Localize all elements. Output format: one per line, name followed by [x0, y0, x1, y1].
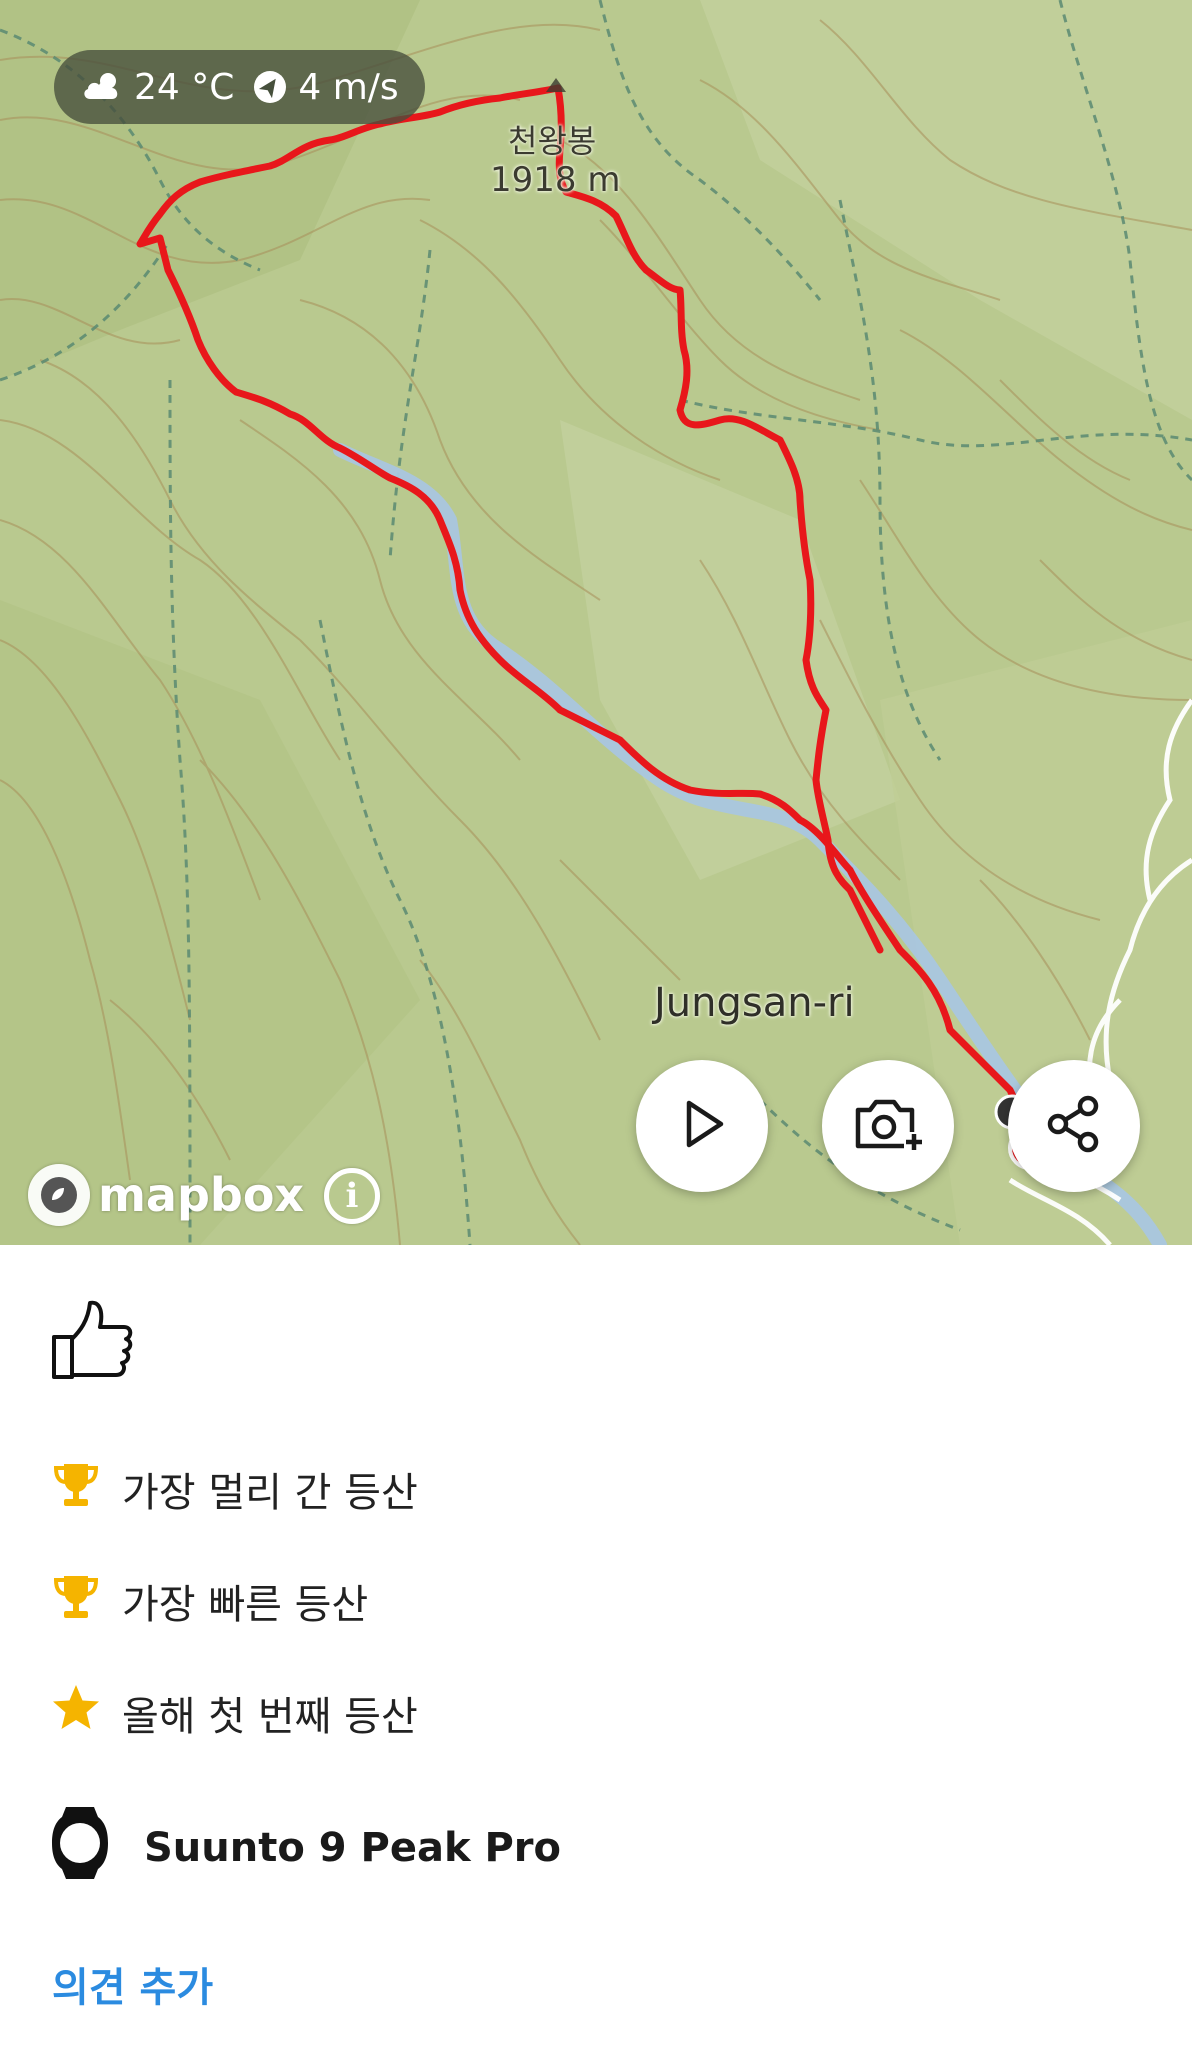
partly-cloudy-icon: [80, 69, 124, 105]
trophy-icon: [50, 1458, 102, 1520]
achievement-item: 올해 첫 번째 등산: [50, 1682, 418, 1744]
achievement-item: 가장 빠른 등산: [50, 1570, 368, 1632]
achievement-label: 가장 빠른 등산: [122, 1582, 369, 1628]
map-attribution-info-button[interactable]: i: [324, 1168, 380, 1224]
info-icon: i: [345, 1176, 359, 1216]
share-button[interactable]: [1008, 1060, 1140, 1192]
workout-details: 가장 멀리 간 등산 가장 빠른 등산 올해 첫 번째 등산 Suunto 9 …: [0, 1245, 1192, 2062]
village-label: Jungsan-ri: [654, 980, 855, 1026]
add-comment-link[interactable]: 의견 추가: [52, 1955, 213, 2013]
peak-elevation-label: 1918 m: [490, 160, 621, 200]
mapbox-wordmark: mapbox: [98, 1168, 305, 1222]
peak-name-label: 천왕봉: [508, 122, 597, 160]
achievement-label: 올해 첫 번째 등산: [122, 1694, 418, 1740]
play-icon: [675, 1097, 729, 1155]
device-name: Suunto 9 Peak Pro: [144, 1825, 562, 1871]
camera-add-icon: [852, 1094, 924, 1158]
wind-speed-value: 4 m/s: [298, 66, 399, 108]
star-icon: [50, 1682, 102, 1744]
mapbox-logo: mapbox: [28, 1164, 304, 1226]
temperature-value: 24 °C: [134, 66, 235, 108]
mapbox-mark-icon: [28, 1164, 90, 1226]
achievement-label: 가장 멀리 간 등산: [122, 1470, 418, 1516]
add-photo-button[interactable]: [822, 1060, 954, 1192]
thumbs-up-icon: [50, 1300, 134, 1385]
play-route-button[interactable]: [636, 1060, 768, 1192]
trophy-icon: [50, 1570, 102, 1632]
share-icon: [1042, 1092, 1106, 1160]
wind-direction-icon: [252, 69, 288, 105]
route-map[interactable]: 24 °C 4 m/s 천왕봉 1918 m Jungsan-ri mapbox…: [0, 0, 1192, 1245]
watch-icon: [50, 1803, 110, 1893]
device-info[interactable]: Suunto 9 Peak Pro: [50, 1803, 561, 1893]
achievement-item: 가장 멀리 간 등산: [50, 1458, 418, 1520]
weather-badge: 24 °C 4 m/s: [54, 50, 425, 124]
like-button[interactable]: [50, 1297, 134, 1381]
